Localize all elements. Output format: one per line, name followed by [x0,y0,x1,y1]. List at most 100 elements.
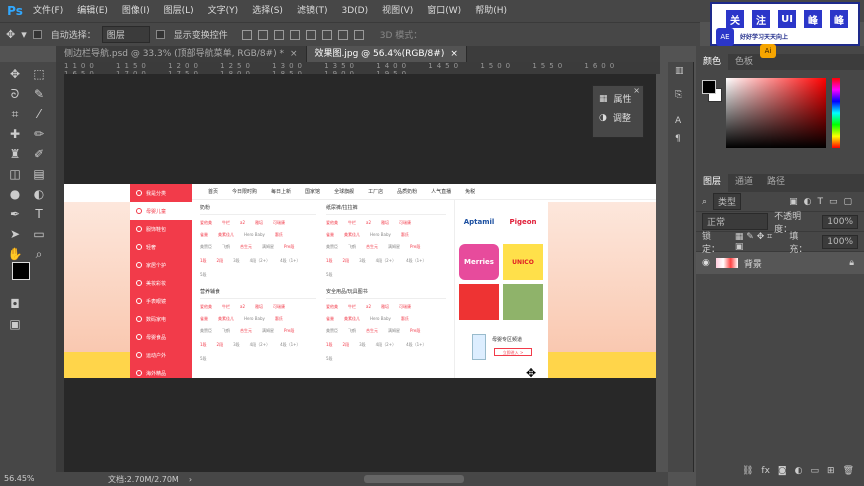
layer-row-background[interactable]: ◉ 背景 🔒︎ [696,252,864,274]
color-panel [696,70,864,168]
history-icon[interactable]: ▥ [675,66,684,76]
mask-icon[interactable]: ◙ [778,466,787,480]
pen-tool-icon[interactable]: ✒ [4,204,26,224]
history-brush-icon[interactable]: ✐ [28,144,50,164]
align-bottom-icon [273,29,284,40]
screen-mode-icon[interactable]: ▣ [4,314,26,334]
hand-tool-icon[interactable]: ✋ [4,244,26,264]
sidebar-item: 我是分类 [130,184,192,202]
brand-logo [459,284,499,320]
rectangle-tool-icon[interactable]: ▭ [28,224,50,244]
dropdown-arrow-icon[interactable]: ▾ [21,28,27,41]
tab-channels[interactable]: 通道 [728,174,760,192]
lock-row: 锁定： ▦ ✎ ✥ ⌗ ▣ 填充： 100% [696,232,864,255]
align-top-icon [241,29,252,40]
brand-aptamil: Aptamil [459,204,499,240]
align-left-icon [289,29,300,40]
filter-icons[interactable]: ▣◐T▭▢ [789,197,858,207]
menu-select[interactable]: 选择(S) [245,0,290,22]
type-tool-icon[interactable]: T [28,204,50,224]
ae-badge: AE [716,28,734,46]
adjustment-layer-icon[interactable]: ◐ [795,466,803,480]
lasso-tool-icon[interactable]: ᘐ [4,84,26,104]
tab-sidebar-psd[interactable]: 侧边栏导航.psd @ 33.3% (顶部导航菜单, RGB/8#) * × [56,46,307,62]
tab-effect-jpg[interactable]: 效果图.jpg @ 56.4%(RGB/8#) × [306,46,467,62]
folder-icon[interactable]: ▭ [811,466,820,480]
tab-paths[interactable]: 路径 [760,174,792,192]
eye-icon[interactable]: ◉ [702,258,710,268]
blur-tool-icon[interactable]: ● [4,184,26,204]
gradient-icon[interactable]: ▤ [28,164,50,184]
paragraph-icon[interactable]: ¶ [675,134,681,144]
brush-tool-icon[interactable]: ✏ [28,124,50,144]
trash-icon[interactable]: 🗑︎ [843,466,854,480]
sidebar-item: 海外精品 [130,364,192,382]
tab-layers[interactable]: 图层 [696,174,729,192]
path-select-icon[interactable]: ➤ [4,224,26,244]
menu-help[interactable]: 帮助(H) [468,0,514,22]
quick-select-icon[interactable]: ✎ [28,84,50,104]
align-hcenter-icon [305,29,316,40]
healing-brush-icon[interactable]: ✚ [4,124,26,144]
layer-kind-select[interactable]: 类型 [713,193,742,210]
horizontal-scrollbar[interactable] [364,475,464,483]
menu-view[interactable]: 视图(V) [375,0,420,22]
menu-file[interactable]: 文件(F) [26,0,70,22]
quick-mask-icon[interactable]: ◘ [4,294,26,314]
zoom-readout[interactable]: 56.45% [0,472,56,486]
close-icon[interactable]: × [290,49,298,59]
link-icon[interactable]: ⛓ [742,466,753,480]
color-spectrum[interactable] [726,78,826,148]
auto-select-dropdown[interactable]: 图层 [101,26,150,43]
actions-icon[interactable]: ⎘ [675,90,682,100]
menu-edit[interactable]: 编辑(E) [70,0,115,22]
arrow-right-icon[interactable]: › [189,475,192,484]
menu-window[interactable]: 窗口(W) [420,0,468,22]
zoom-tool-icon[interactable]: ⌕ [28,244,50,264]
clone-stamp-icon[interactable]: ♜ [4,144,26,164]
category-sidebar: 我是分类 母婴儿童 服饰鞋包 轻奢 家居个护 美妆彩妆 手表眼镜 数码家电 母婴… [130,184,192,378]
adjustments-icon: ◑ [599,112,607,123]
adjustments-button[interactable]: ◑ 调整 [593,105,643,125]
foreground-color-swatch[interactable] [12,262,30,280]
foreground-color-swatch[interactable] [702,80,716,94]
menu-image[interactable]: 图像(I) [115,0,157,22]
fx-icon[interactable]: fx [761,466,770,480]
tab-color[interactable]: 颜色 [696,54,729,70]
move-tool-icon[interactable]: ✥ [4,64,26,84]
crop-tool-icon[interactable]: ⌗ [4,104,26,124]
close-icon[interactable]: × [450,49,458,59]
properties-icon: ▦ [599,93,608,104]
tab-swatches[interactable]: 色板 [728,54,760,70]
sidebar-item: 运动户外 [130,346,192,364]
menu-layer[interactable]: 图层(L) [157,0,201,22]
blend-mode-select[interactable]: 正常 [702,213,769,230]
hue-slider[interactable] [832,78,840,148]
menu-type[interactable]: 文字(Y) [201,0,246,22]
lock-icons[interactable]: ▦ ✎ ✥ ⌗ ▣ [735,232,783,252]
show-transform-checkbox[interactable] [155,29,168,40]
new-layer-icon[interactable]: ⊞ [827,466,835,480]
auto-select-checkbox[interactable] [32,29,45,40]
doc-size: 文档:2.70M/2.70M [108,474,179,484]
sidebar-item: 家居个护 [130,256,192,274]
dodge-tool-icon[interactable]: ◐ [28,184,50,204]
canvas-area[interactable]: 我是分类 母婴儿童 服饰鞋包 轻奢 家居个护 美妆彩妆 手表眼镜 数码家电 母婴… [64,74,656,472]
distribute-icon [353,29,364,40]
fill-input[interactable]: 100% [822,234,859,249]
close-icon[interactable]: × [633,86,640,95]
menu-filter[interactable]: 滤镜(T) [290,0,335,22]
opacity-input[interactable]: 100% [822,214,858,229]
move-tool-icon[interactable]: ✥ [6,28,15,41]
eyedropper-icon[interactable]: ⁄ [28,104,50,124]
eraser-icon[interactable]: ◫ [4,164,26,184]
watermark-char: 注 [752,10,770,28]
web-top-nav: 首页 今日限时购 每日上新 国家馆 全球旗舰 工厂店 品质奶粉 人气直播 免税 [192,184,656,200]
menu-3d[interactable]: 3D(D) [334,0,375,22]
marquee-tool-icon[interactable]: ⬚ [28,64,50,84]
promo-block: 母婴专区频道 立即进入 > [468,332,548,366]
horizontal-ruler: 1100 1150 1200 1250 1300 1350 1400 1450 … [64,62,660,74]
character-icon[interactable]: A [675,116,681,126]
layer-footer-buttons: ⛓ fx ◙ ◐ ▭ ⊞ 🗑︎ [696,466,864,480]
align-buttons[interactable] [241,29,364,40]
